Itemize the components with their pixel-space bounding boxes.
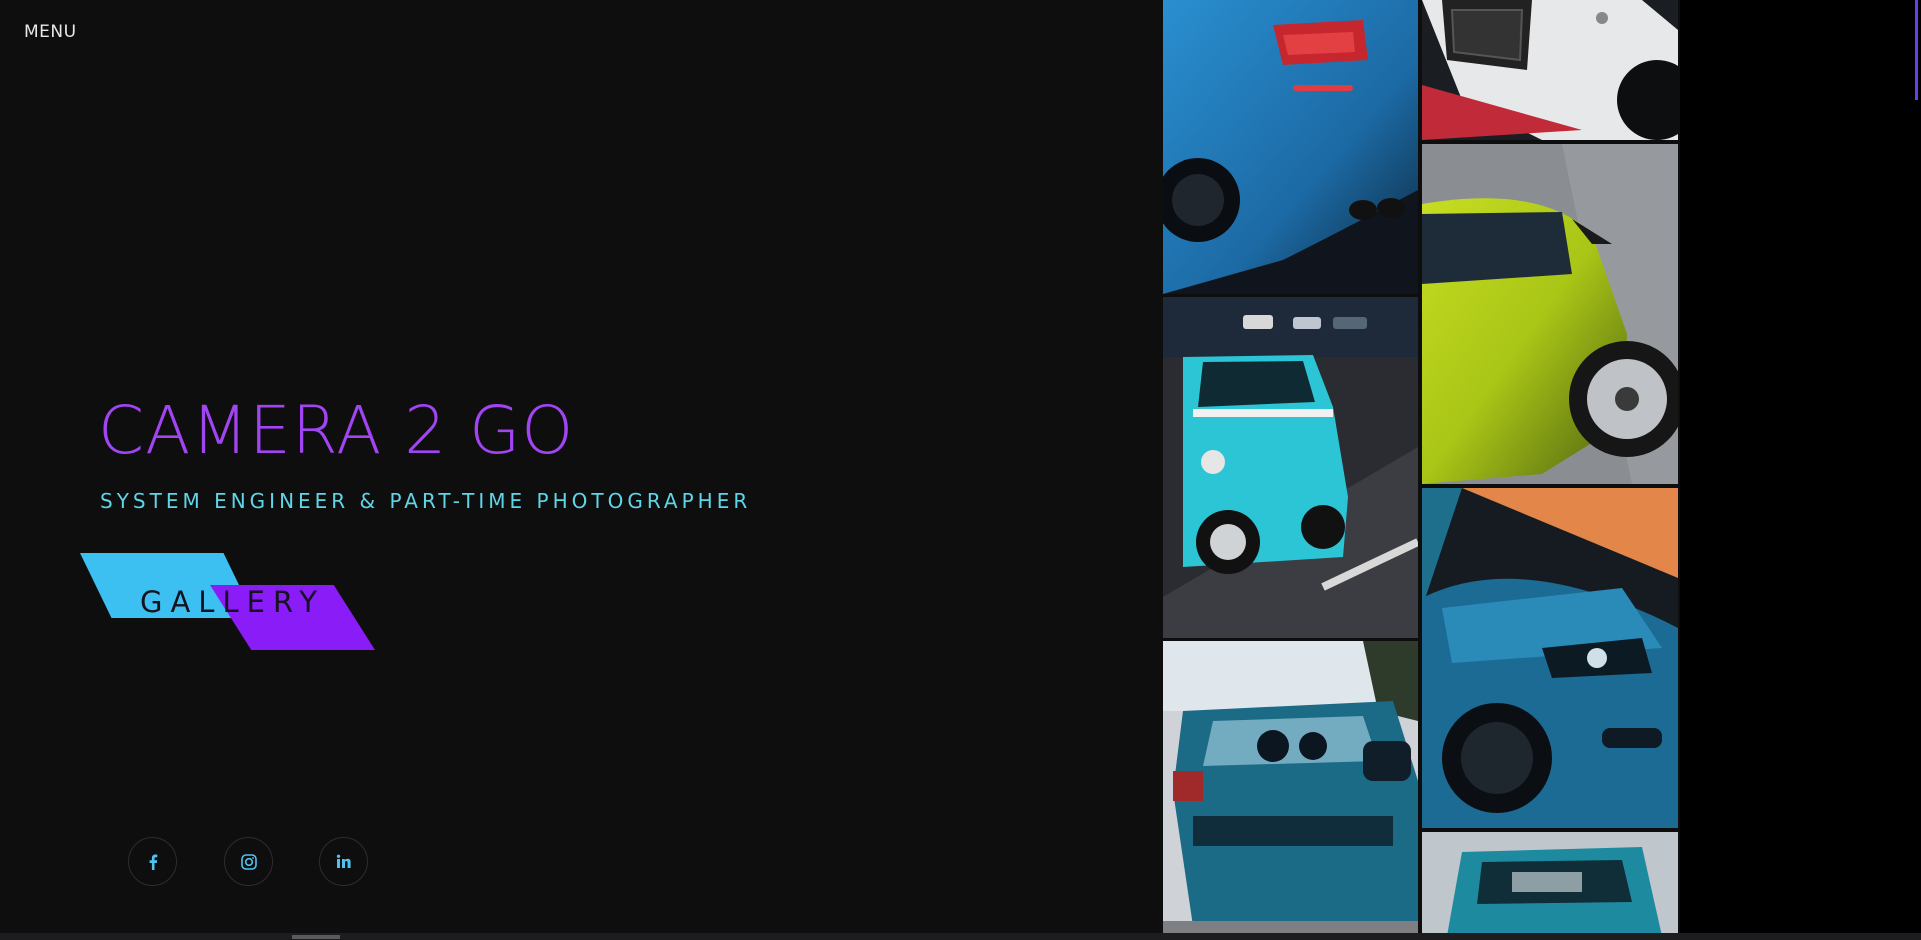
linkedin-icon: [336, 854, 351, 869]
page-scroll-indicator[interactable]: [1915, 0, 1918, 100]
facebook-icon: [148, 854, 158, 870]
instagram-link[interactable]: [224, 837, 273, 886]
gallery-photo-2[interactable]: [1163, 297, 1418, 638]
gallery-photo-5[interactable]: [1422, 144, 1678, 484]
menu-button[interactable]: MENU: [24, 22, 77, 42]
horizontal-scrollbar[interactable]: [0, 933, 1921, 940]
site-title: CAMERA 2 GO: [98, 392, 575, 469]
gallery-photo-4[interactable]: [1422, 0, 1678, 140]
gallery-button-label: GALLERY: [140, 585, 325, 619]
site-subtitle: SYSTEM ENGINEER & PART-TIME PHOTOGRAPHER: [100, 489, 752, 513]
horizontal-scrollbar-thumb[interactable]: [292, 935, 340, 939]
gallery-button[interactable]: GALLERY: [80, 553, 380, 653]
instagram-icon: [240, 853, 257, 870]
gallery-photo-7[interactable]: [1422, 832, 1678, 936]
gallery-photo-1[interactable]: [1163, 0, 1418, 294]
linkedin-link[interactable]: [319, 837, 368, 886]
gallery-photo-3[interactable]: [1163, 641, 1418, 936]
right-empty-area: [1680, 0, 1921, 940]
facebook-link[interactable]: [128, 837, 177, 886]
gallery-photo-6[interactable]: [1422, 488, 1678, 828]
